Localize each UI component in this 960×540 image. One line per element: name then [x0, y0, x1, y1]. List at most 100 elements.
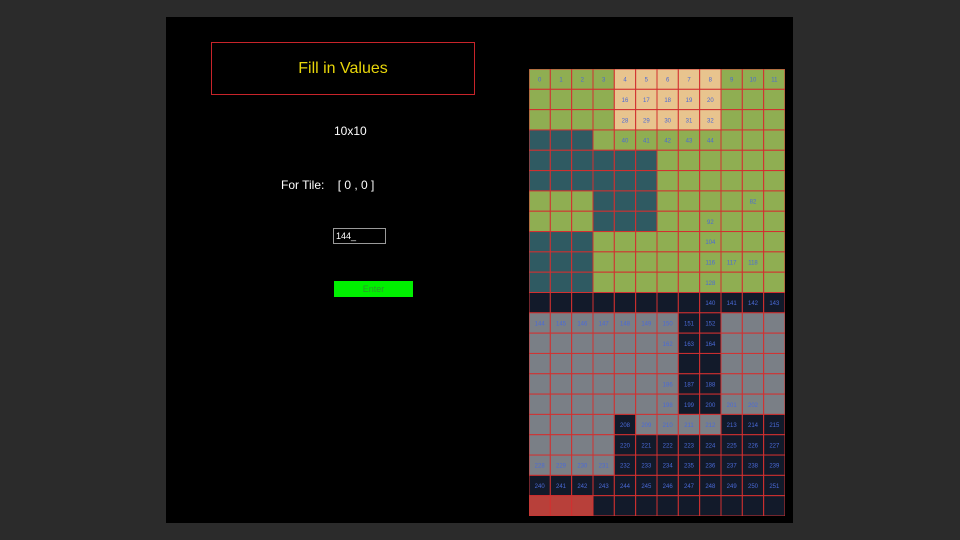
tile-131[interactable] [763, 271, 785, 293]
tile-262[interactable] [741, 495, 765, 516]
tile-105[interactable] [720, 231, 743, 253]
tile-124[interactable] [613, 271, 637, 293]
tile-173[interactable] [635, 352, 658, 375]
tile-25[interactable] [549, 109, 573, 131]
tile-74[interactable] [571, 190, 594, 212]
tile-72[interactable] [529, 190, 551, 212]
tile-134[interactable] [571, 292, 594, 314]
tile-85[interactable] [549, 210, 573, 233]
tile-79[interactable] [677, 190, 701, 212]
tile-263[interactable] [763, 495, 785, 516]
tile-37[interactable] [549, 129, 573, 151]
tile-260[interactable] [699, 495, 722, 516]
tile-111[interactable] [592, 251, 615, 273]
tile-71[interactable] [763, 170, 785, 192]
tile-258[interactable] [656, 495, 679, 516]
tile-103[interactable] [677, 231, 701, 253]
tile-219[interactable] [592, 434, 615, 456]
tile-12[interactable] [529, 88, 551, 111]
tile-33[interactable] [720, 109, 743, 131]
tile-155[interactable] [763, 312, 785, 334]
tile-89[interactable] [635, 210, 658, 233]
tile-81[interactable] [720, 190, 743, 212]
tile-87[interactable] [592, 210, 615, 233]
tileset-palette[interactable]: 0 1 2 3 4 5 6 7 8 9 10 11 16 17 18 19 20 28 29 30 31 32 40 41 42… [529, 69, 785, 516]
tile-193[interactable] [549, 393, 573, 415]
tile-27[interactable] [592, 109, 615, 131]
tile-168[interactable] [529, 352, 551, 375]
tile-261[interactable] [720, 495, 743, 516]
tile-68[interactable] [699, 170, 722, 192]
tile-135[interactable] [592, 292, 615, 314]
tile-65[interactable] [635, 170, 658, 192]
tile-191[interactable] [763, 373, 785, 395]
tile-125[interactable] [635, 271, 658, 293]
tile-256[interactable] [613, 495, 637, 516]
tile-216[interactable] [529, 434, 551, 456]
tile-66[interactable] [656, 170, 679, 192]
tile-205[interactable] [549, 413, 573, 436]
tile-129[interactable] [720, 271, 743, 293]
tile-194[interactable] [571, 393, 594, 415]
tile-98[interactable] [571, 231, 594, 253]
tile-196[interactable] [613, 393, 637, 415]
tile-166[interactable] [741, 332, 765, 354]
tile-46[interactable] [741, 129, 765, 151]
tile-62[interactable] [571, 170, 594, 192]
tile-86[interactable] [571, 210, 594, 233]
tile-172[interactable] [613, 352, 637, 375]
tile-69[interactable] [720, 170, 743, 192]
tile-26[interactable] [571, 109, 594, 131]
tile-217[interactable] [549, 434, 573, 456]
tile-55[interactable] [677, 149, 701, 172]
tile-120[interactable] [529, 271, 551, 293]
tile-24[interactable] [529, 109, 551, 131]
tile-132[interactable] [529, 292, 551, 314]
tile-15[interactable] [592, 88, 615, 111]
tile-96[interactable] [529, 231, 551, 253]
tile-108[interactable] [529, 251, 551, 273]
tile-176[interactable] [699, 352, 722, 375]
tile-91[interactable] [677, 210, 701, 233]
tileset-grid[interactable]: 0 1 2 3 4 5 6 7 8 9 10 1116 17 18 19 2028 29 30 31 3240 41 42… [529, 69, 785, 516]
tile-180[interactable] [529, 373, 551, 395]
tile-136[interactable] [613, 292, 637, 314]
tile-75[interactable] [592, 190, 615, 212]
tile-45[interactable] [720, 129, 743, 151]
tile-53[interactable] [635, 149, 658, 172]
tile-153[interactable] [720, 312, 743, 334]
tile-51[interactable] [592, 149, 615, 172]
tile-157[interactable] [549, 332, 573, 354]
tile-190[interactable] [741, 373, 765, 395]
tile-88[interactable] [613, 210, 637, 233]
tile-159[interactable] [592, 332, 615, 354]
tile-195[interactable] [592, 393, 615, 415]
tile-174[interactable] [656, 352, 679, 375]
tile-182[interactable] [571, 373, 594, 395]
tile-156[interactable] [529, 332, 551, 354]
tile-121[interactable] [549, 271, 573, 293]
tile-154[interactable] [741, 312, 765, 334]
tile-114[interactable] [656, 251, 679, 273]
tile-252[interactable] [529, 495, 551, 516]
tile-109[interactable] [549, 251, 573, 273]
tile-137[interactable] [635, 292, 658, 314]
tile-47[interactable] [763, 129, 785, 151]
tile-171[interactable] [592, 352, 615, 375]
tile-49[interactable] [549, 149, 573, 172]
tile-169[interactable] [549, 352, 573, 375]
tile-207[interactable] [592, 413, 615, 436]
tile-119[interactable] [763, 251, 785, 273]
tile-94[interactable] [741, 210, 765, 233]
tile-38[interactable] [571, 129, 594, 151]
tile-56[interactable] [699, 149, 722, 172]
tile-139[interactable] [677, 292, 701, 314]
tile-73[interactable] [549, 190, 573, 212]
tile-13[interactable] [549, 88, 573, 111]
tile-197[interactable] [635, 393, 658, 415]
tile-76[interactable] [613, 190, 637, 212]
tile-170[interactable] [571, 352, 594, 375]
tile-57[interactable] [720, 149, 743, 172]
tile-160[interactable] [613, 332, 637, 354]
tile-63[interactable] [592, 170, 615, 192]
